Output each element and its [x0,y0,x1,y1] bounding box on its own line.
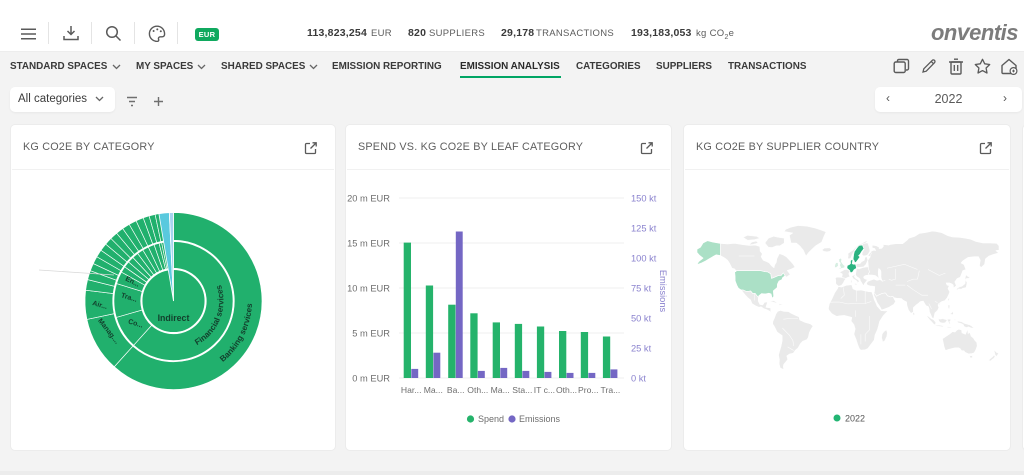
svg-text:Sta...: Sta... [512,385,532,395]
svg-text:5 m EUR: 5 m EUR [352,329,390,339]
svg-text:Tra...: Tra... [601,385,621,395]
svg-text:Emissions: Emissions [658,270,668,313]
svg-text:0 m EUR: 0 m EUR [352,374,390,384]
svg-text:150 kt: 150 kt [631,194,657,204]
svg-text:25 kt: 25 kt [631,344,652,354]
svg-text:Ba...: Ba... [447,385,465,395]
svg-text:2022: 2022 [845,414,865,424]
svg-text:Ma...: Ma... [491,385,510,395]
svg-text:Ma...: Ma... [424,385,443,395]
svg-text:IT c...: IT c... [534,385,555,395]
svg-text:Oth...: Oth... [467,385,488,395]
svg-text:15 m EUR: 15 m EUR [347,239,390,249]
svg-text:Emissions: Emissions [519,414,561,424]
svg-text:125 kt: 125 kt [631,224,657,234]
svg-text:Oth...: Oth... [556,385,577,395]
svg-text:Indirect: Indirect [158,313,190,323]
svg-text:Pro...: Pro... [578,385,599,395]
svg-text:0 kt: 0 kt [631,374,646,384]
svg-text:75 kt: 75 kt [631,284,652,294]
svg-text:10 m EUR: 10 m EUR [347,284,390,294]
svg-text:100 kt: 100 kt [631,254,657,264]
svg-text:Spend: Spend [478,414,504,424]
svg-text:Har...: Har... [401,385,422,395]
svg-text:20 m EUR: 20 m EUR [347,194,390,204]
svg-text:50 kt: 50 kt [631,314,652,324]
